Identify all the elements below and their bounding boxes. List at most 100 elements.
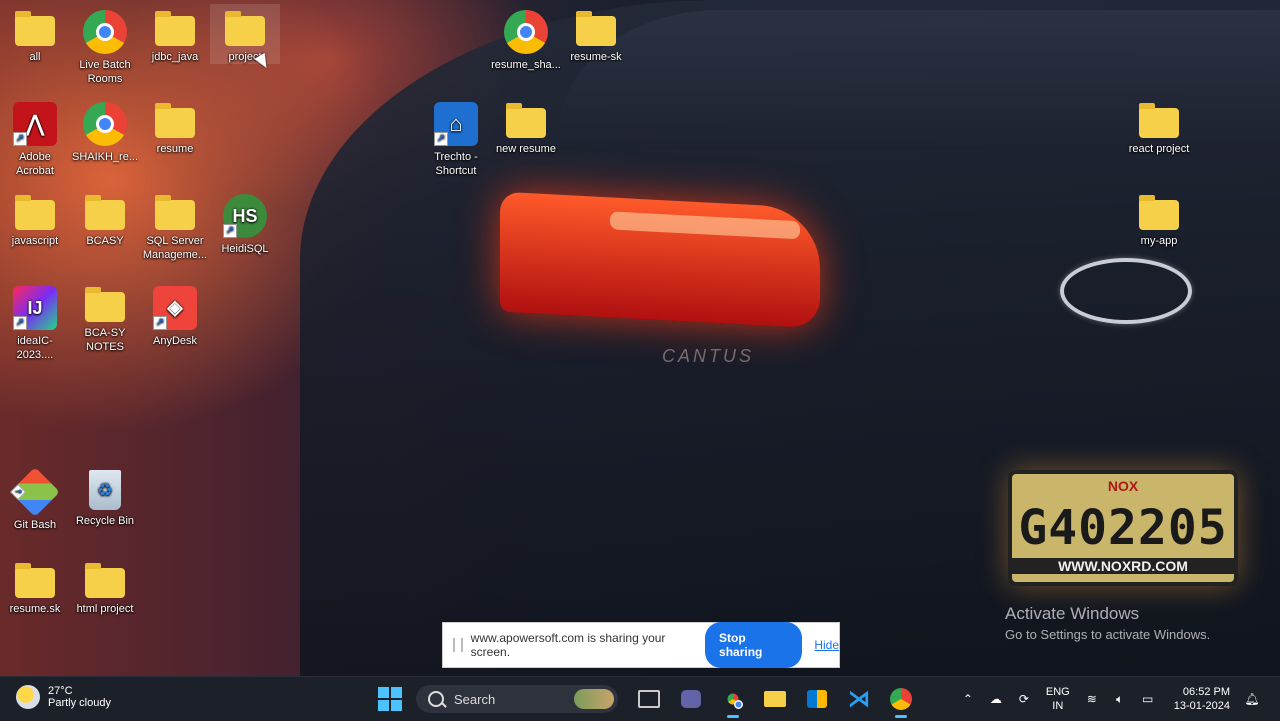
task-view-icon [638, 690, 660, 708]
desktop-icon-label: Recycle Bin [75, 515, 135, 527]
trechto-icon: ⌂ ↗ [434, 102, 478, 146]
plate-number: G402205 [1018, 500, 1228, 556]
stop-sharing-button[interactable]: Stop sharing [705, 622, 803, 668]
desktop-icon-recycle-bin[interactable]: ♻ Recycle Bin [70, 464, 140, 528]
volume-icon[interactable]: 🔈︎ [1111, 691, 1129, 707]
wallpaper-model-badge: CANTUS [662, 346, 755, 366]
vscode-icon: ⋊ [848, 686, 870, 711]
desktop-icon-label: HeidiSQL [221, 243, 269, 255]
intellij-icon-text: IJ [27, 298, 43, 318]
system-tray: ⌃ ☁ ⟳ ENG IN ≋ 🔈︎ ▭ 06:52 PM 13-01-2024 … [954, 677, 1266, 721]
taskbar: 27°C Partly cloudy Search ⋊ ⌃ ☁ ⟳ ENG IN… [0, 676, 1280, 721]
taskbar-apps: Search ⋊ [378, 683, 922, 718]
desktop-icon-jdbc-java[interactable]: jdbc_java [140, 4, 210, 64]
desktop-icon-sql-server[interactable]: SQL Server Manageme... [140, 188, 210, 262]
wallpaper-hyundai-logo [1060, 258, 1192, 324]
desktop-icon-ideaic[interactable]: IJ ↗ ideaIC-2023.... [0, 280, 70, 362]
watermark-title: Activate Windows [1005, 604, 1140, 623]
desktop-icon-all[interactable]: all [0, 4, 70, 64]
desktop-icon-react-project[interactable]: react project [1124, 96, 1194, 156]
desktop-icon-label: AnyDesk [152, 335, 198, 347]
microsoft-store-button[interactable] [801, 683, 833, 715]
chrome-profile-button[interactable] [885, 683, 917, 718]
desktop-icon-git-bash[interactable]: ↗ Git Bash [0, 464, 70, 532]
folder-icon [155, 11, 195, 46]
desktop-icon-label: all [29, 51, 41, 63]
desktop-icon-project[interactable]: project [210, 4, 280, 64]
desktop-icon-resume[interactable]: resume [140, 96, 210, 156]
desktop-icon-label: new resume [496, 143, 556, 155]
desktop-icon-html-project[interactable]: html project [70, 556, 140, 616]
desktop-icon-adobe-acrobat[interactable]: ⋀ ↗ Adobe Acrobat [0, 96, 70, 178]
folder-icon [85, 195, 125, 230]
file-explorer-icon [764, 691, 786, 707]
desktop-icon-anydesk[interactable]: ◈ ↗ AnyDesk [140, 280, 210, 348]
taskbar-search[interactable]: Search [416, 685, 618, 713]
chrome-icon [504, 10, 548, 54]
folder-icon [85, 287, 125, 322]
desktop-icon-new-resume[interactable]: new resume [491, 96, 561, 156]
search-placeholder: Search [454, 691, 496, 707]
desktop-icon-my-app[interactable]: my-app [1124, 188, 1194, 248]
teams-button[interactable] [675, 683, 707, 715]
drag-handle-icon[interactable] [453, 638, 463, 652]
desktop-icon-label: resume_sha... [491, 59, 561, 71]
clock-date: 13-01-2024 [1173, 700, 1230, 712]
desktop-icon-resume-sk[interactable]: resume-sk [561, 4, 631, 64]
desktop-icon-label: Trechto - Shortcut [434, 151, 478, 177]
desktop-icon-trechto-shortcut[interactable]: ⌂ ↗ Trechto - Shortcut [421, 96, 491, 178]
chrome-profile-icon [890, 688, 912, 710]
wallpaper-taillight [500, 191, 820, 329]
shortcut-arrow-icon: ↗ [13, 132, 27, 146]
language-indicator[interactable]: ENG IN [1046, 685, 1070, 713]
start-button[interactable] [378, 687, 402, 711]
activate-windows-watermark: Activate Windows Go to Settings to activ… [1005, 604, 1210, 642]
search-highlight-icon [574, 689, 614, 709]
chrome-taskbar-button[interactable] [717, 683, 749, 718]
file-explorer-button[interactable] [759, 683, 791, 715]
plate-url: WWW.NOXRD.COM [1012, 558, 1234, 574]
acrobat-icon: ⋀ ↗ [13, 102, 57, 146]
folder-icon [506, 103, 546, 138]
shortcut-arrow-icon: ↗ [10, 484, 26, 500]
folder-icon [225, 11, 265, 46]
chrome-icon [727, 693, 743, 709]
intellij-icon: IJ ↗ [13, 286, 57, 330]
notification-bell-icon[interactable]: 🔔︎ [1243, 691, 1261, 707]
desktop-icon-label: html project [76, 603, 134, 615]
desktop-icon-bcasy[interactable]: BCASY [70, 188, 140, 248]
wallpaper-license-plate: NOX G402205 WWW.NOXRD.COM [1008, 470, 1238, 586]
clock[interactable]: 06:52 PM 13-01-2024 [1174, 685, 1230, 713]
recycle-bin-icon: ♻ [89, 470, 121, 510]
desktop-icon-resume-sk-folder[interactable]: resume.sk [0, 556, 70, 616]
desktop-icon-heidisql[interactable]: HS ↗ HeidiSQL [210, 188, 280, 256]
desktop-icon-javascript[interactable]: javascript [0, 188, 70, 248]
folder-icon [1139, 195, 1179, 230]
folder-icon [15, 11, 55, 46]
weather-widget[interactable]: 27°C Partly cloudy [16, 685, 111, 709]
wifi-icon[interactable]: ≋ [1083, 691, 1101, 707]
desktop-icon-label: resume [156, 143, 194, 155]
search-icon [428, 691, 444, 707]
chrome-icon [83, 10, 127, 54]
desktop-icon-label: jdbc_java [151, 51, 199, 63]
shortcut-arrow-icon: ↗ [223, 224, 237, 238]
chevron-up-icon[interactable]: ⌃ [959, 691, 977, 707]
onedrive-icon[interactable]: ☁ [987, 691, 1005, 707]
desktop-icon-label: Live Batch Rooms [79, 59, 131, 85]
task-view-button[interactable] [633, 683, 665, 715]
shortcut-arrow-icon: ↗ [153, 316, 167, 330]
desktop-icon-live-batch-rooms[interactable]: Live Batch Rooms [70, 4, 140, 86]
desktop-icon-resume-sha[interactable]: resume_sha... [491, 4, 561, 72]
sync-icon[interactable]: ⟳ [1015, 691, 1033, 707]
vscode-button[interactable]: ⋊ [843, 683, 875, 715]
hide-link[interactable]: Hide [814, 638, 839, 652]
desktop-icon-bca-sy-notes[interactable]: BCA-SY NOTES [70, 280, 140, 354]
folder-icon [1139, 103, 1179, 138]
anydesk-icon: ◈ ↗ [153, 286, 197, 330]
screen-share-bar: www.apowersoft.com is sharing your scree… [442, 622, 840, 668]
battery-icon[interactable]: ▭ [1139, 691, 1157, 707]
desktop-icon-shaikh-re[interactable]: SHAIKH_re... [70, 96, 140, 164]
share-message: www.apowersoft.com is sharing your scree… [470, 631, 666, 659]
folder-icon [155, 103, 195, 138]
